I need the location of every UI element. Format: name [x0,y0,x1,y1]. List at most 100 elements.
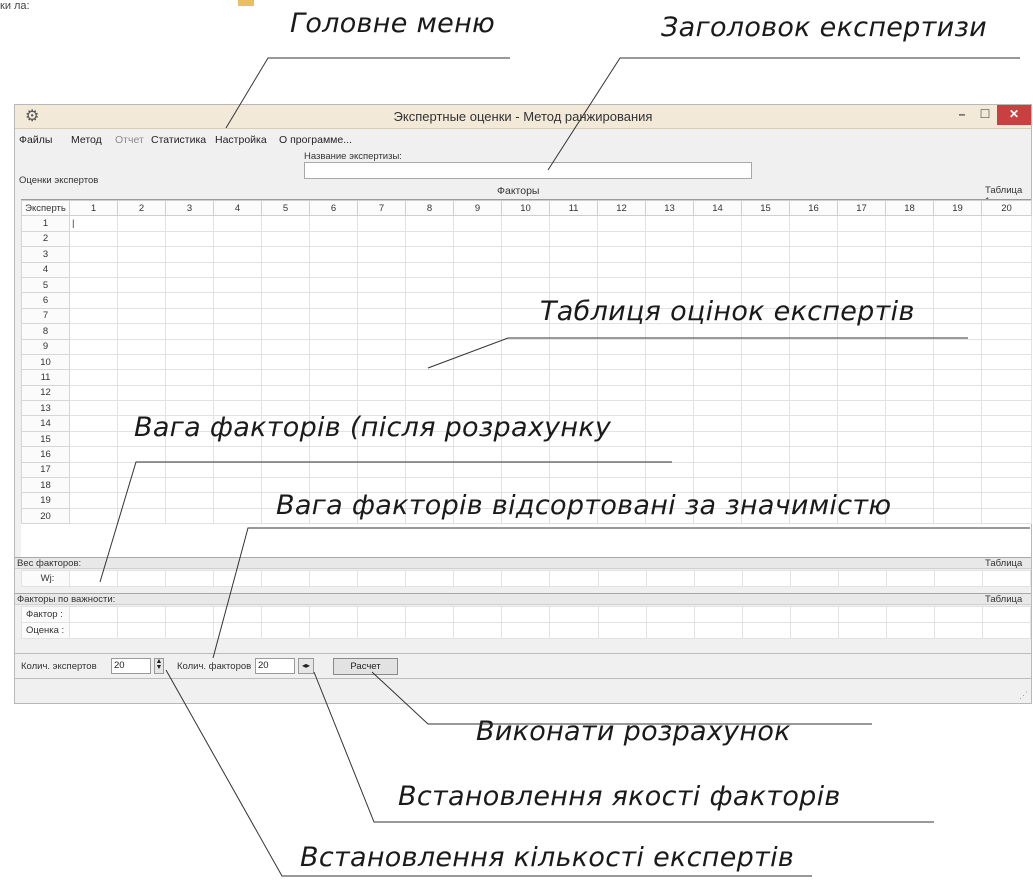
rating-cell[interactable] [165,384,214,402]
rating-cell[interactable] [405,353,454,371]
rating-cell[interactable] [693,261,742,278]
expert-row-header[interactable]: 9 [21,338,70,355]
rating-cell[interactable] [837,353,886,371]
expert-row-header[interactable]: 5 [21,276,70,294]
importance-score-cell[interactable] [645,622,695,639]
rating-cell[interactable] [453,276,502,294]
rating-cell[interactable] [549,446,598,463]
importance-factor-cell[interactable] [165,606,215,623]
rating-cell[interactable] [117,276,166,294]
rating-cell[interactable] [885,461,934,479]
rating-cell[interactable] [117,461,166,479]
rating-cell[interactable] [405,323,454,340]
rating-cell[interactable] [981,292,1032,309]
rating-cell[interactable] [693,384,742,402]
expert-row-header[interactable]: 11 [21,369,70,386]
rating-cell[interactable] [981,415,1032,432]
rating-cell[interactable] [453,307,502,325]
weight-cell[interactable] [405,570,455,587]
importance-factor-cell[interactable] [981,606,1032,623]
rating-cell[interactable] [645,369,694,386]
rating-cell[interactable] [117,215,166,232]
rating-cell[interactable] [165,276,214,294]
rating-cell[interactable] [309,292,358,309]
rating-cell[interactable] [165,307,214,325]
rating-cell[interactable] [261,215,310,232]
rating-cell[interactable] [549,353,598,371]
importance-factor-cell[interactable] [453,606,503,623]
rating-cell[interactable] [309,276,358,294]
rating-cell[interactable] [261,246,310,263]
rating-cell[interactable] [117,246,166,263]
weight-cell[interactable] [68,570,119,587]
importance-factor-cell[interactable] [837,606,887,623]
factors-count-stepper[interactable]: ◂▸ [298,658,314,674]
rating-cell[interactable] [261,353,310,371]
rating-cell[interactable] [165,292,214,309]
rating-cell[interactable] [117,477,166,494]
importance-score-cell[interactable] [981,622,1032,639]
rating-cell[interactable] [453,338,502,355]
rating-cell[interactable] [357,369,406,386]
rating-cell[interactable] [693,369,742,386]
menu-report[interactable]: Отчет [115,134,144,146]
rating-cell[interactable] [885,276,934,294]
rating-cell[interactable] [357,215,406,232]
expert-row-header[interactable]: 6 [21,292,70,309]
weight-cell[interactable] [693,570,743,587]
rating-cell[interactable] [117,369,166,386]
importance-score-cell[interactable] [693,622,743,639]
rating-cell[interactable] [837,446,886,463]
rating-cell[interactable] [69,477,118,494]
rating-cell[interactable] [549,384,598,402]
rating-cell[interactable] [789,461,838,479]
menu-settings[interactable]: Настройка [215,134,267,146]
rating-cell[interactable] [933,338,982,355]
rating-cell[interactable] [645,215,694,232]
expert-row-header[interactable]: 14 [21,415,70,432]
rating-cell[interactable] [597,276,646,294]
rating-cell[interactable] [981,400,1032,417]
rating-cell[interactable] [453,323,502,340]
experts-table[interactable]: Эксперть 1 2 3 4 5 6 7 8 9 10 11 12 13 14 15 16 17 18 19 20 … [21,199,1032,525]
weight-cell[interactable] [357,570,407,587]
rating-cell[interactable] [357,261,406,278]
rating-cell[interactable] [693,215,742,232]
rating-cell[interactable] [789,430,838,448]
rating-cell[interactable] [741,246,790,263]
rating-cell[interactable] [261,323,310,340]
rating-cell[interactable] [69,384,118,402]
rating-cell[interactable] [981,492,1032,509]
rating-cell[interactable] [693,415,742,432]
rating-cell[interactable] [741,353,790,371]
rating-cell[interactable] [789,384,838,402]
rating-cell[interactable] [117,338,166,355]
importance-score-cell[interactable] [789,622,839,639]
rating-cell[interactable] [453,446,502,463]
rating-cell[interactable] [597,215,646,232]
rating-cell[interactable] [645,446,694,463]
rating-cell[interactable] [501,261,550,278]
weight-cell[interactable] [981,570,1032,587]
rating-cell[interactable] [837,384,886,402]
rating-cell[interactable] [693,446,742,463]
rating-cell[interactable] [213,323,262,340]
rating-cell[interactable] [309,323,358,340]
expert-row-header[interactable]: 16 [21,446,70,463]
importance-grid[interactable]: Фактор : Оценка : [21,606,1032,639]
importance-table[interactable]: Фактор : Оценка : [21,606,1032,639]
rating-cell[interactable] [885,215,934,232]
rating-cell[interactable] [789,246,838,263]
rating-cell[interactable] [357,246,406,263]
rating-cell[interactable] [453,384,502,402]
factor-column-header[interactable]: 15 [741,199,790,217]
rating-cell[interactable] [213,446,262,463]
rating-cell[interactable] [165,338,214,355]
weight-cell[interactable] [117,570,167,587]
rating-cell[interactable] [453,246,502,263]
rating-cell[interactable] [213,477,262,494]
rating-cell[interactable] [693,338,742,355]
rating-cell[interactable] [309,261,358,278]
expert-row-header[interactable]: 17 [21,461,70,479]
rating-cell[interactable] [549,261,598,278]
